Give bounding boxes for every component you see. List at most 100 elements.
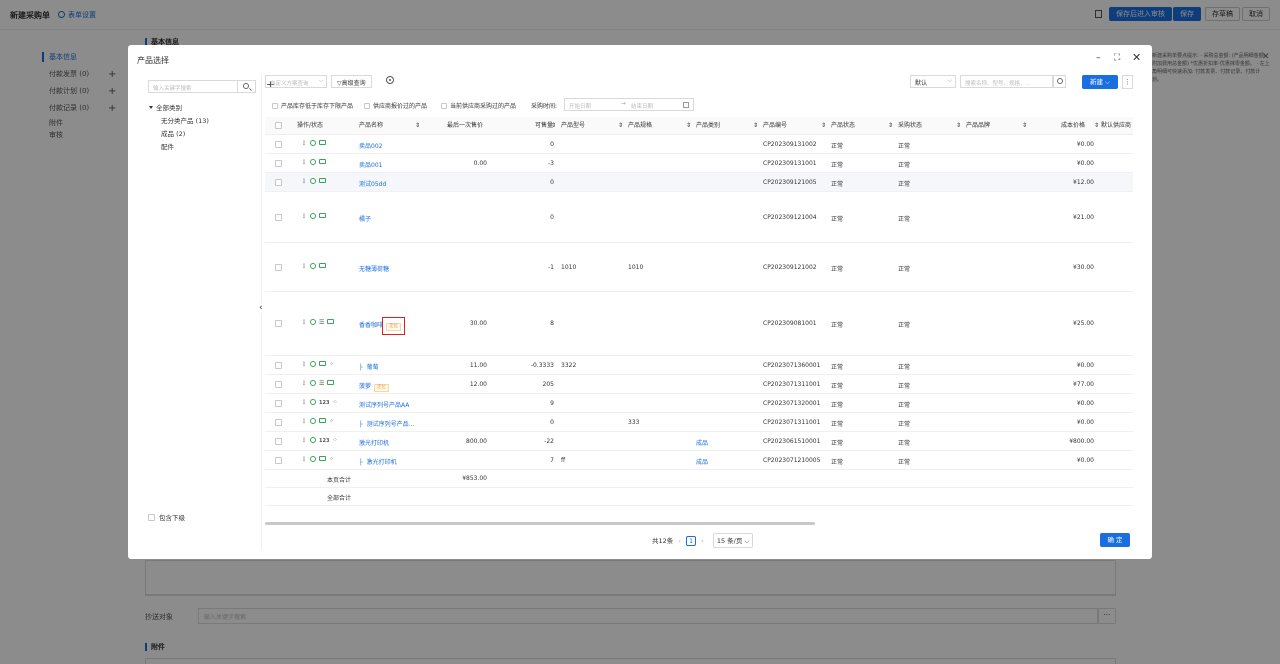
more-icon[interactable]: ⋮ <box>301 263 307 270</box>
list-icon[interactable]: ☰ <box>319 319 324 326</box>
truck-icon[interactable] <box>319 140 326 145</box>
category-search-button[interactable] <box>238 80 256 93</box>
col-name[interactable]: 产品名称 <box>359 117 383 135</box>
more-icon[interactable]: ⋮ <box>301 361 307 368</box>
sku-icon[interactable]: ⁘ <box>329 456 334 463</box>
serial-icon[interactable]: 123 <box>319 400 329 406</box>
col-status[interactable]: 产品状态 <box>831 117 855 135</box>
more-icon[interactable]: ⋮ <box>301 456 307 463</box>
truck-icon[interactable] <box>319 418 326 423</box>
table-row[interactable]: ⋮ 测试05dd 0 CP202309121005 正常 正常 ¥12.00 <box>265 173 1133 192</box>
check-circle-icon[interactable] <box>310 140 316 146</box>
sort-icon[interactable]: ⇕ <box>1094 117 1099 135</box>
maximize-icon[interactable]: ⛶ <box>1114 53 1120 63</box>
table-row[interactable]: ⋮ 橘子 0 CP202309121004 正常 正常 ¥21.00 <box>265 192 1133 243</box>
product-name[interactable]: 测试序列号产品AA <box>359 402 409 409</box>
more-icon[interactable]: ⋮ <box>301 159 307 166</box>
prev-page-icon[interactable]: ‹ <box>678 537 681 545</box>
product-name-link[interactable]: 激光打印机 <box>359 438 389 447</box>
sort-icon[interactable]: ⇕ <box>551 117 556 135</box>
purchase-date-range[interactable]: 开始日期 → 结束日期 <box>564 98 694 111</box>
table-row[interactable]: ⋮ ⁘ ├ 葡萄 11.00 -0.3333 3322 CP2023071360001 正常 正常… <box>265 356 1133 375</box>
select-all-checkbox[interactable] <box>275 122 282 129</box>
collapse-pane-icon[interactable]: ‹ <box>259 303 263 313</box>
table-row[interactable]: ⋮ 123 ⁘ 激光打印机 800.00 -22 成品 CP2023061510001 正常 正常… <box>265 432 1133 451</box>
sort-icon[interactable]: ⇕ <box>618 117 623 135</box>
check-circle-icon[interactable] <box>310 399 316 405</box>
check-circle-icon[interactable] <box>310 418 316 424</box>
row-checkbox[interactable] <box>275 179 282 186</box>
table-row[interactable]: ⋮ 卖品001 0.00 -3 CP202309131001 正常 正常 ¥0.00 <box>265 154 1133 173</box>
sort-icon[interactable]: ⇕ <box>821 117 826 135</box>
custom-scheme-select[interactable]: 自定义方案查询 ⌵ <box>265 75 327 88</box>
page-size-select[interactable]: 15 条/页 ⌵ <box>712 533 754 548</box>
tree-node-uncategorized[interactable]: 无分类产品 (13) <box>149 115 259 128</box>
sort-select[interactable]: 默认 ⌵ <box>910 75 956 88</box>
checkbox[interactable] <box>364 103 370 109</box>
sku-icon[interactable]: ⁘ <box>332 437 337 444</box>
check-circle-icon[interactable] <box>310 159 316 165</box>
product-name-link[interactable]: 测试05dd <box>359 179 386 188</box>
col-brand[interactable]: 产品品牌 <box>966 117 990 135</box>
sku-icon[interactable]: ⁘ <box>329 418 334 425</box>
product-name[interactable]: 测试序列号产品... <box>367 421 415 428</box>
table-row[interactable]: ⋮ ☰ 香香咖啡 定位 30.00 8 CP202309081001 正常 正常 ¥25.00 <box>265 292 1133 356</box>
product-category[interactable]: 成品 <box>696 457 708 466</box>
category-search-input[interactable]: 输入关键字搜索 <box>148 80 238 93</box>
product-name-link[interactable]: ├ 葡萄 <box>359 362 379 371</box>
col-category[interactable]: 产品类别 <box>696 117 720 135</box>
product-name[interactable]: 香香咖啡 <box>359 322 383 329</box>
product-name-link[interactable]: 菠萝 定位 <box>359 381 390 392</box>
product-name-link[interactable]: 卖品001 <box>359 160 382 169</box>
more-icon[interactable]: ⋮ <box>301 418 307 425</box>
checkbox[interactable] <box>148 514 155 521</box>
product-name-link[interactable]: 卖品002 <box>359 141 382 150</box>
truck-icon[interactable] <box>319 159 326 164</box>
truck-icon[interactable] <box>327 319 335 324</box>
close-icon[interactable]: ✕ <box>1132 51 1141 64</box>
col-default-supplier[interactable]: 默认供应商 <box>1101 117 1131 135</box>
product-category[interactable]: 成品 <box>696 438 708 447</box>
more-icon[interactable]: ⋮ <box>301 380 307 387</box>
row-checkbox[interactable] <box>275 419 282 426</box>
check-circle-icon[interactable] <box>310 213 316 219</box>
more-icon[interactable]: ⋮ <box>301 140 307 147</box>
filter-low-stock[interactable]: 产品库存低于库存下限产品 <box>272 101 353 110</box>
table-row[interactable]: ⋮ 无糖薄荷糖 -1 1010 1010 CP202309121002 正常 正常 ¥30.00 <box>265 243 1133 292</box>
check-circle-icon[interactable] <box>310 319 316 325</box>
sort-icon[interactable]: ⇕ <box>956 117 961 135</box>
product-name[interactable]: 卖品002 <box>359 143 382 150</box>
product-name[interactable]: 无糖薄荷糖 <box>359 266 389 273</box>
truck-icon[interactable] <box>319 263 326 268</box>
check-circle-icon[interactable] <box>310 263 316 269</box>
row-checkbox[interactable] <box>275 160 282 167</box>
truck-icon[interactable] <box>319 213 326 218</box>
product-name[interactable]: 橘子 <box>359 216 371 223</box>
product-name[interactable]: 激光打印机 <box>367 459 397 466</box>
col-purchase-status[interactable]: 采购状态 <box>898 117 922 135</box>
check-circle-icon[interactable] <box>310 361 316 367</box>
list-icon[interactable]: ☰ <box>319 380 324 387</box>
sku-icon[interactable]: ⁘ <box>332 399 337 406</box>
page-1[interactable]: 1 <box>686 536 697 546</box>
row-checkbox[interactable] <box>275 214 282 221</box>
product-name[interactable]: 卖品001 <box>359 162 382 169</box>
col-cost[interactable]: 成本价格 <box>1061 117 1085 135</box>
truck-icon[interactable] <box>327 380 335 385</box>
row-checkbox[interactable] <box>275 320 282 327</box>
minimize-icon[interactable]: – <box>1096 53 1101 63</box>
more-icon[interactable]: ⋮ <box>301 437 307 444</box>
product-search-input[interactable]: 搜索名称、型号、规格、... <box>960 75 1053 88</box>
table-row[interactable]: ⋮ ☰ 菠萝 定位 12.00 205 CP2023071311001 正常 正常 ¥77.00 <box>265 375 1133 394</box>
col-last-price[interactable]: 最后一次售价 <box>447 117 483 135</box>
more-icon[interactable]: ⋮ <box>301 178 307 185</box>
product-search-button[interactable] <box>1053 75 1066 88</box>
tree-node-finished[interactable]: 成品 (2) <box>149 128 259 141</box>
check-circle-icon[interactable] <box>310 380 316 386</box>
row-checkbox[interactable] <box>275 381 282 388</box>
sort-icon[interactable]: ⇕ <box>753 117 758 135</box>
more-icon[interactable]: ⋮ <box>301 213 307 220</box>
table-row[interactable]: ⋮ 卖品002 0 CP202309131002 正常 正常 ¥0.00 <box>265 135 1133 154</box>
product-name-link[interactable]: 测试序列号产品AA <box>359 400 409 409</box>
row-checkbox[interactable] <box>275 362 282 369</box>
